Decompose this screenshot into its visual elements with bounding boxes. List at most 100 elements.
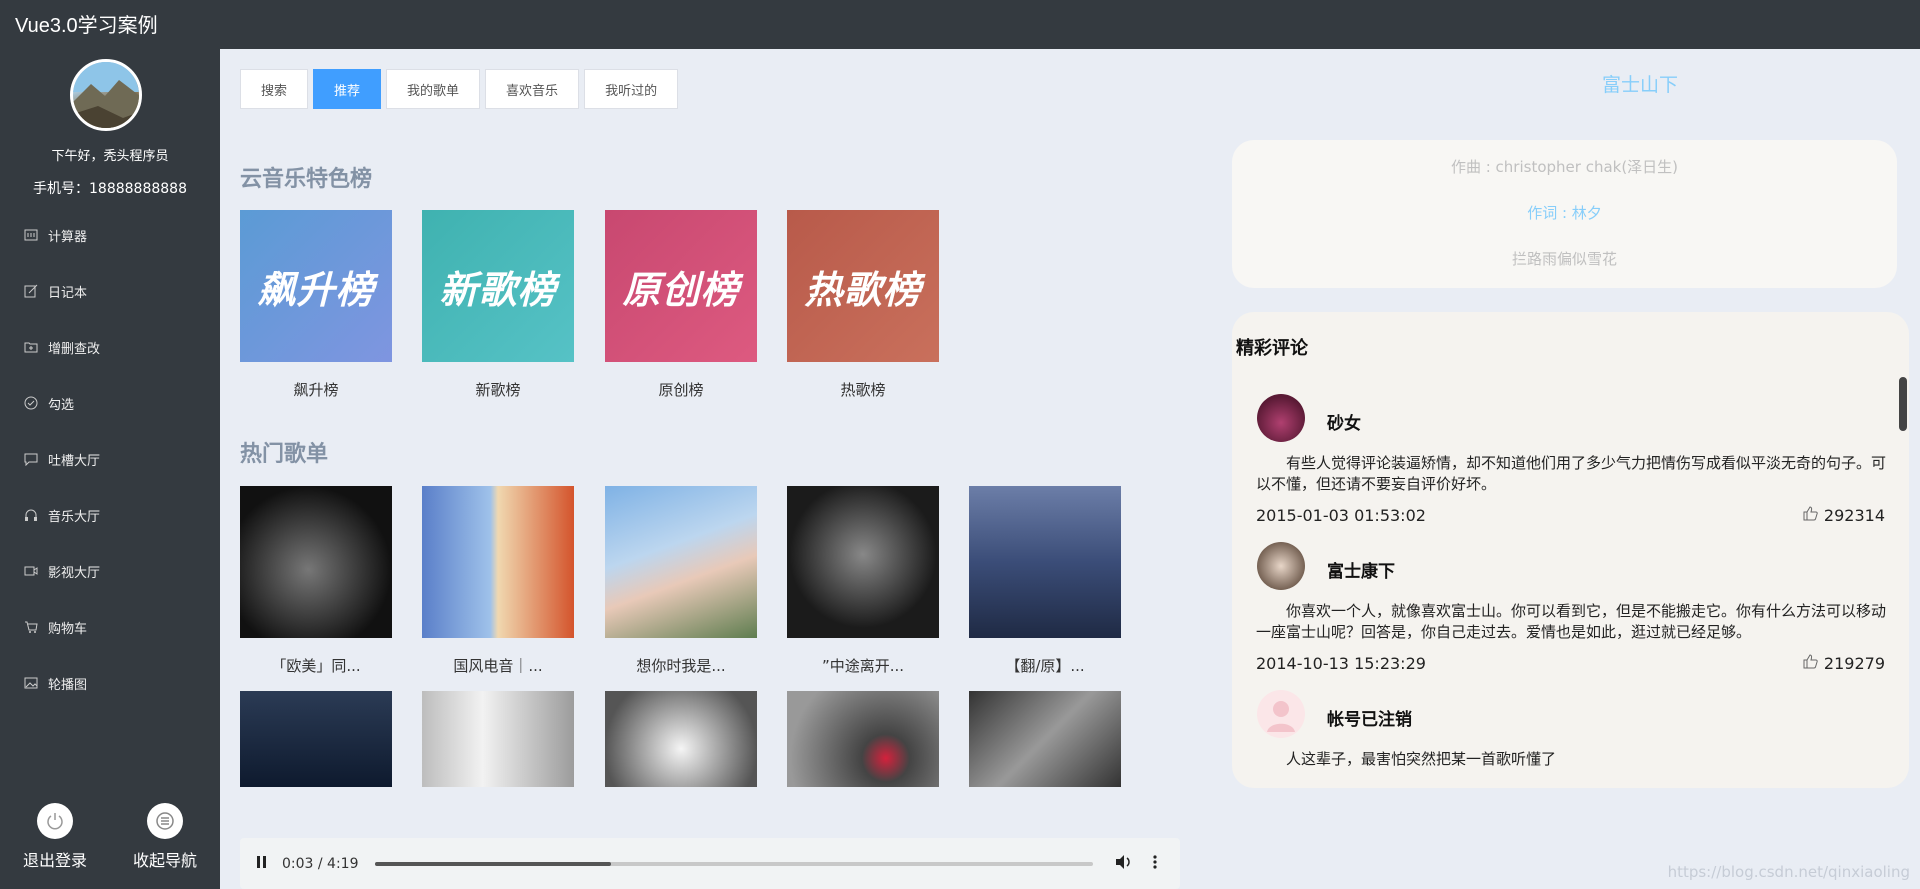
sidebar-item-label: 音乐大厅 xyxy=(48,509,101,525)
commenter-name[interactable]: 帐号已注销 xyxy=(1327,705,1412,730)
comment-text: 你喜欢一个人，就像喜欢富士山。你可以看到它，但是不能搬走它。你有什么方法可以移动… xyxy=(1256,602,1887,641)
sidebar-item-diary[interactable]: 日记本 xyxy=(0,263,220,319)
rank-label[interactable]: 热歌榜 xyxy=(787,379,939,400)
tab-recommend[interactable]: 推荐 xyxy=(313,69,382,109)
playlist-label[interactable]: 国风电音｜... xyxy=(422,655,574,676)
more-options-icon[interactable] xyxy=(1152,854,1157,874)
scrollbar-thumb[interactable] xyxy=(1899,377,1907,431)
sidebar-item-label: 吐槽大厅 xyxy=(48,453,101,469)
player-progress-bar[interactable] xyxy=(374,861,1093,866)
avatar-landscape-icon xyxy=(73,62,139,128)
sidebar-nav: 计算器 日记本 增删查改 勾选 吐槽大厅 音乐大厅 影视大厅 购物车 轮播图 xyxy=(0,207,220,711)
lyrics-panel: 作曲 : christopher chak(泽日生) 作词 : 林夕 拦路雨偏似… xyxy=(1232,140,1897,288)
commenter-name[interactable]: 富士康下 xyxy=(1327,557,1395,582)
rank-cover-hot[interactable]: 热歌榜 xyxy=(787,210,939,362)
commenter-avatar[interactable] xyxy=(1257,394,1305,442)
comment-like[interactable]: 219279 xyxy=(1803,654,1885,673)
sidebar-item-label: 影视大厅 xyxy=(48,565,101,581)
tab-liked-music[interactable]: 喜欢音乐 xyxy=(485,69,580,109)
playlist-label[interactable]: 【翻/原】... xyxy=(969,655,1121,676)
rank-cover-text: 原创榜 xyxy=(622,267,740,312)
sidebar-item-check[interactable]: 勾选 xyxy=(0,375,220,431)
top-bar: Vue3.0学习案例 xyxy=(0,0,1920,49)
commenter-avatar[interactable] xyxy=(1257,542,1305,590)
tab-search[interactable]: 搜索 xyxy=(240,69,309,109)
rank-cover-new[interactable]: 新歌榜 xyxy=(422,210,574,362)
playlist-cover[interactable] xyxy=(787,486,939,638)
playlist-cover[interactable] xyxy=(605,486,757,638)
playlist-cover[interactable] xyxy=(969,691,1121,787)
sidebar-item-cart[interactable]: 购物车 xyxy=(0,599,220,655)
collapse-label: 收起导航 xyxy=(132,851,197,870)
rank-label[interactable]: 飙升榜 xyxy=(240,379,392,400)
picture-icon xyxy=(24,676,38,690)
power-icon xyxy=(37,803,73,839)
comments-scrollbar[interactable] xyxy=(1899,377,1909,785)
sidebar-item-crud[interactable]: 增删查改 xyxy=(0,319,220,375)
playlist-cover[interactable] xyxy=(422,691,574,787)
comment-time: 2014-10-13 15:23:29 xyxy=(1256,654,1426,673)
comments-panel: 精彩评论 砂女 有些人觉得评论装逼矫情，却不知道他们用了多少气力把情伤写成看似平… xyxy=(1232,312,1909,788)
video-icon xyxy=(24,564,38,578)
sidebar-item-music[interactable]: 音乐大厅 xyxy=(0,487,220,543)
comment-text: 有些人觉得评论装逼矫情，却不知道他们用了多少气力把情伤写成看似平淡无奇的句子。可… xyxy=(1256,454,1887,493)
playlist-cover[interactable] xyxy=(787,691,939,787)
playlist-label[interactable]: ”中途离开... xyxy=(787,655,939,676)
like-count: 292314 xyxy=(1823,506,1885,525)
calculator-icon xyxy=(24,228,38,242)
rank-cover-soaring[interactable]: 飙升榜 xyxy=(240,210,392,362)
rank-section-title: 云音乐特色榜 xyxy=(240,167,373,192)
song-title: 富士山下 xyxy=(1601,74,1678,96)
user-phone: 手机号：18888888888 xyxy=(33,181,187,197)
logout-button[interactable]: 退出登录 xyxy=(10,803,100,871)
thumbs-up-icon xyxy=(1803,654,1818,673)
sidebar-item-label: 勾选 xyxy=(48,397,75,413)
player-progress-fill xyxy=(374,861,612,866)
tab-my-playlists[interactable]: 我的歌单 xyxy=(386,69,481,109)
sidebar-item-carousel[interactable]: 轮播图 xyxy=(0,655,220,711)
playlist-cover[interactable] xyxy=(240,486,392,638)
chat-icon xyxy=(24,452,38,466)
playlist-cover[interactable] xyxy=(605,691,757,787)
folder-add-icon xyxy=(24,340,38,354)
rank-label[interactable]: 新歌榜 xyxy=(422,379,574,400)
lyric-composer: 作曲 : christopher chak(泽日生) xyxy=(1450,158,1679,176)
menu-icon xyxy=(147,803,183,839)
rank-cover-text: 热歌榜 xyxy=(804,267,922,312)
cart-icon xyxy=(24,620,38,634)
thumbs-up-icon xyxy=(1803,506,1818,525)
comment-like[interactable]: 292314 xyxy=(1803,506,1885,525)
rank-cover-original[interactable]: 原创榜 xyxy=(605,210,757,362)
playlist-cover[interactable] xyxy=(422,486,574,638)
player-time: 0:03 / 4:19 xyxy=(282,855,359,872)
headphones-icon xyxy=(24,508,38,522)
volume-icon[interactable] xyxy=(1115,854,1133,874)
collapse-nav-button[interactable]: 收起导航 xyxy=(120,803,210,871)
sidebar-item-video[interactable]: 影视大厅 xyxy=(0,543,220,599)
playlist-cover[interactable] xyxy=(240,691,392,787)
sidebar-item-calculator[interactable]: 计算器 xyxy=(0,207,220,263)
sidebar-item-label: 轮播图 xyxy=(48,677,88,693)
check-circle-icon xyxy=(24,396,38,410)
sidebar-item-label: 计算器 xyxy=(48,229,88,245)
pause-icon[interactable] xyxy=(256,854,268,873)
comments-title: 精彩评论 xyxy=(1236,338,1308,359)
playlist-label[interactable]: 「欧美」同... xyxy=(240,655,392,676)
rank-cover-text: 新歌榜 xyxy=(439,267,557,312)
playlist-label[interactable]: 想你时我是... xyxy=(605,655,757,676)
playlist-cover[interactable] xyxy=(969,486,1121,638)
user-avatar[interactable] xyxy=(70,59,142,131)
sidebar-item-label: 购物车 xyxy=(48,621,88,637)
sidebar-item-chat[interactable]: 吐槽大厅 xyxy=(0,431,220,487)
logout-label: 退出登录 xyxy=(22,851,87,870)
edit-icon xyxy=(24,284,38,298)
lyric-lyricist: 作词 : 林夕 xyxy=(1527,204,1602,222)
lyric-line: 拦路雨偏似雪花 xyxy=(1511,250,1617,268)
like-count: 219279 xyxy=(1823,654,1885,673)
tab-history[interactable]: 我听过的 xyxy=(584,69,679,109)
commenter-name[interactable]: 砂女 xyxy=(1327,409,1361,434)
default-user-icon[interactable] xyxy=(1257,690,1305,738)
rank-label[interactable]: 原创榜 xyxy=(605,379,757,400)
sidebar: 下午好，秃头程序员 手机号：18888888888 计算器 日记本 增删查改 勾… xyxy=(0,49,220,889)
user-greeting: 下午好，秃头程序员 xyxy=(51,149,169,164)
